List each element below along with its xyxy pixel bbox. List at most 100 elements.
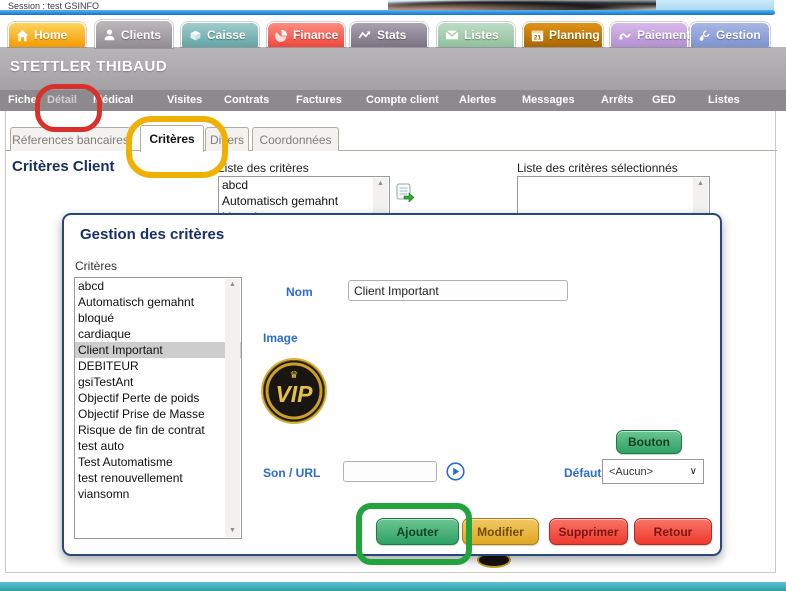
list-item[interactable]: Automatisch gemahnt <box>75 294 241 310</box>
list-item[interactable]: test renouvellement <box>75 470 241 486</box>
default-select[interactable]: <Aucun> ∨ <box>602 459 704 484</box>
ajouter-button[interactable]: Ajouter <box>376 518 459 545</box>
vip-badge-image: ♛ VIP <box>260 357 328 425</box>
scroll-down-icon[interactable]: ▼ <box>229 525 236 537</box>
menu-item-factures[interactable]: Factures <box>296 94 342 106</box>
list-item[interactable]: Automatisch gemahnt <box>219 193 389 209</box>
menu-item-fiche[interactable]: Fiche <box>8 94 37 106</box>
sound-url-label: Son / URL <box>263 466 320 480</box>
list-item[interactable]: test auto <box>75 438 241 454</box>
subtab-references-bancaires[interactable]: Réferences bancaires <box>10 127 131 151</box>
criteria-listbox[interactable]: abcd Automatisch gemahnt bloqué cardiaqu… <box>74 277 242 539</box>
scrollbar[interactable]: ▲▼ <box>225 279 240 537</box>
subtab-label: Critères <box>149 132 194 146</box>
modifier-button[interactable]: Modifier <box>462 518 539 545</box>
tab-finance[interactable]: Finance <box>267 22 345 47</box>
scroll-up-icon[interactable]: ▲ <box>697 178 704 190</box>
home-icon <box>16 29 29 42</box>
button-label: Bouton <box>628 435 670 449</box>
svg-text:♛: ♛ <box>290 370 299 381</box>
tab-label: Stats <box>377 28 406 42</box>
chevron-down-icon: ∨ <box>690 466 697 477</box>
listes-icon <box>445 29 459 41</box>
list-item[interactable]: gsiTestAnt <box>75 374 241 390</box>
scroll-up-icon[interactable]: ▲ <box>377 178 384 190</box>
tab-caisse[interactable]: Caisse <box>181 22 259 47</box>
list-item-selected[interactable]: Client Important <box>75 342 241 358</box>
tab-label: Caisse <box>207 28 246 42</box>
retour-button[interactable]: Retour <box>634 518 712 545</box>
list-item[interactable]: viansomn <box>75 486 241 502</box>
tab-gestion[interactable]: Gestion <box>690 22 770 47</box>
button-label: Ajouter <box>397 525 439 539</box>
default-label: Défaut <box>564 466 601 480</box>
menu-item-medical[interactable]: Médical <box>93 94 133 106</box>
menu-item-compte-client[interactable]: Compte client <box>366 94 439 106</box>
name-label: Nom <box>286 285 313 299</box>
client-name: STETTLER THIBAUD <box>10 58 167 75</box>
add-to-selection-icon[interactable] <box>396 183 415 202</box>
caisse-icon <box>189 29 202 42</box>
menu-item-listes[interactable]: Listes <box>708 94 740 106</box>
tab-label: Finance <box>293 28 338 42</box>
name-input[interactable] <box>348 280 568 301</box>
selected-criteria-label: Liste des critères sélectionnés <box>517 161 678 175</box>
tab-planning[interactable]: 21 Planning <box>523 22 603 47</box>
list-item[interactable]: Risque de fin de contrat <box>75 422 241 438</box>
supprimer-button[interactable]: Supprimer <box>549 518 628 545</box>
button-label: Retour <box>654 525 693 539</box>
list-item[interactable]: cardiaque <box>75 326 241 342</box>
menu-item-ged[interactable]: GED <box>652 94 676 106</box>
subtab-criteres[interactable]: Critères <box>140 125 204 152</box>
subtab-divers[interactable]: Divers <box>205 127 249 151</box>
list-item[interactable]: Objectif Perte de poids <box>75 390 241 406</box>
dialog-title: Gestion des critères <box>80 226 224 243</box>
gestion-icon <box>698 29 711 42</box>
menu-item-visites[interactable]: Visites <box>167 94 202 106</box>
tab-label: Gestion <box>716 28 761 42</box>
button-label: Supprimer <box>558 525 618 539</box>
available-criteria-label: Liste des critères <box>218 161 309 175</box>
list-item[interactable]: abcd <box>75 278 241 294</box>
scroll-up-icon[interactable]: ▲ <box>229 279 236 291</box>
menu-item-alertes[interactable]: Alertes <box>459 94 496 106</box>
tab-label: Paiements <box>637 28 697 42</box>
top-blue-bar <box>0 10 775 15</box>
list-item[interactable]: abcd <box>219 177 389 193</box>
subtab-label: Réferences bancaires <box>12 133 129 147</box>
menu-item-detail[interactable]: Détail <box>47 94 77 106</box>
select-value: <Aucun> <box>609 466 653 478</box>
svg-text:21: 21 <box>534 34 542 41</box>
finance-icon <box>275 29 288 42</box>
list-item[interactable]: DEBITEUR <box>75 358 241 374</box>
tab-label: Clients <box>121 28 161 42</box>
list-item[interactable]: bloqué <box>75 310 241 326</box>
bouton-button[interactable]: Bouton <box>616 430 682 454</box>
tab-stats[interactable]: Stats <box>350 22 428 47</box>
menu-item-contrats[interactable]: Contrats <box>224 94 269 106</box>
bottom-teal-bar <box>0 582 786 591</box>
menu-item-messages[interactable]: Messages <box>522 94 575 106</box>
stats-icon <box>358 29 372 42</box>
tab-listes[interactable]: Listes <box>437 22 515 47</box>
list-item[interactable]: Test Automatisme <box>75 454 241 470</box>
sound-url-input[interactable] <box>343 461 437 482</box>
app-window: Session : test GSINFO Home Clients Caiss… <box>0 0 786 591</box>
subtab-label: Divers <box>210 133 244 147</box>
subtab-coordonnees[interactable]: Coordonnées <box>252 127 339 151</box>
button-label: Modifier <box>477 525 524 539</box>
list-item[interactable]: Objectif Prise de Masse <box>75 406 241 422</box>
tab-label: Listes <box>464 28 499 42</box>
tab-paiements[interactable]: Paiements <box>610 22 688 47</box>
tab-clients[interactable]: Clients <box>95 20 173 48</box>
svg-text:VIP: VIP <box>275 381 313 407</box>
tab-label: Planning <box>549 28 600 42</box>
tab-home[interactable]: Home <box>8 22 86 47</box>
play-sound-icon[interactable] <box>446 462 465 481</box>
criteria-management-dialog: Gestion des critères Critères abcd Autom… <box>62 213 722 556</box>
subtab-label: Coordonnées <box>259 133 331 147</box>
planning-icon: 21 <box>531 29 544 42</box>
paiements-icon <box>618 29 632 42</box>
criteria-list-label: Critères <box>75 259 117 273</box>
menu-item-arrets[interactable]: Arrêts <box>601 94 633 106</box>
